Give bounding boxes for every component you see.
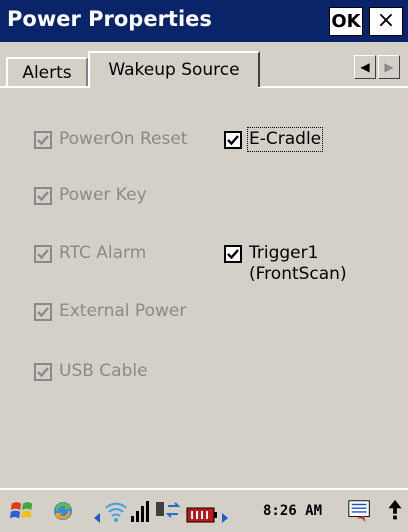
connection-icon[interactable]: [154, 498, 182, 524]
battery-icon[interactable]: [186, 502, 218, 528]
checkbox-poweron-reset[interactable]: PowerOn Reset: [34, 129, 187, 150]
checkbox-label-line2: (FrontScan): [249, 264, 347, 284]
start-windows-icon[interactable]: [8, 498, 36, 524]
checkbox-label: PowerOn Reset: [59, 129, 188, 149]
checkbox-box[interactable]: [224, 131, 242, 149]
checkbox-box[interactable]: [34, 131, 52, 149]
checkbox-box[interactable]: [34, 187, 52, 205]
checkbox-label: Power Key: [59, 185, 147, 205]
checkbox-power-key[interactable]: Power Key: [34, 185, 147, 206]
checkbox-box[interactable]: [34, 303, 52, 321]
signal-strength-icon[interactable]: [130, 498, 152, 524]
ok-button[interactable]: OK: [329, 7, 363, 36]
checkbox-label: E-Cradle: [246, 127, 324, 152]
wifi-icon[interactable]: [104, 498, 128, 524]
checkbox-trigger1[interactable]: Trigger1 (FrontScan): [224, 243, 347, 285]
input-panel-arrow-icon[interactable]: [386, 498, 404, 524]
checkbox-label: RTC Alarm: [59, 243, 147, 263]
arrow-left-icon[interactable]: [92, 505, 102, 531]
checkbox-usb-cable[interactable]: USB Cable: [34, 361, 148, 382]
title-bar: Power Properties OK ×: [0, 0, 408, 42]
tab-scroll-right-button[interactable]: ▶: [378, 55, 400, 79]
clock[interactable]: 8:26 AM: [263, 503, 322, 519]
checkbox-box[interactable]: [34, 363, 52, 381]
sync-icon[interactable]: [50, 498, 76, 524]
tab-alerts[interactable]: Alerts: [6, 57, 88, 86]
checkbox-label: USB Cable: [59, 361, 148, 381]
checkbox-box[interactable]: [224, 245, 242, 263]
close-button[interactable]: ×: [369, 7, 403, 36]
taskbar: 8:26 AM: [0, 488, 408, 532]
checkbox-label-line1: Trigger1: [249, 243, 319, 263]
checkbox-rtc-alarm[interactable]: RTC Alarm: [34, 243, 146, 264]
checkbox-label: External Power: [59, 301, 187, 321]
checkbox-e-cradle[interactable]: E-Cradle: [224, 127, 324, 152]
window-title: Power Properties: [7, 7, 212, 31]
checkbox-label: Trigger1 (FrontScan): [249, 243, 347, 285]
arrow-right-icon[interactable]: [220, 505, 230, 531]
tab-scroll-left-button[interactable]: ◀: [354, 55, 376, 79]
properties-panel: Alerts Wakeup Source ◀ ▶ PowerOn Reset P…: [0, 42, 408, 488]
tab-wakeup-source[interactable]: Wakeup Source: [88, 51, 260, 87]
checkbox-box[interactable]: [34, 245, 52, 263]
tab-gap: [90, 86, 258, 88]
keyboard-input-icon[interactable]: [346, 498, 374, 524]
checkbox-external-power[interactable]: External Power: [34, 301, 186, 322]
